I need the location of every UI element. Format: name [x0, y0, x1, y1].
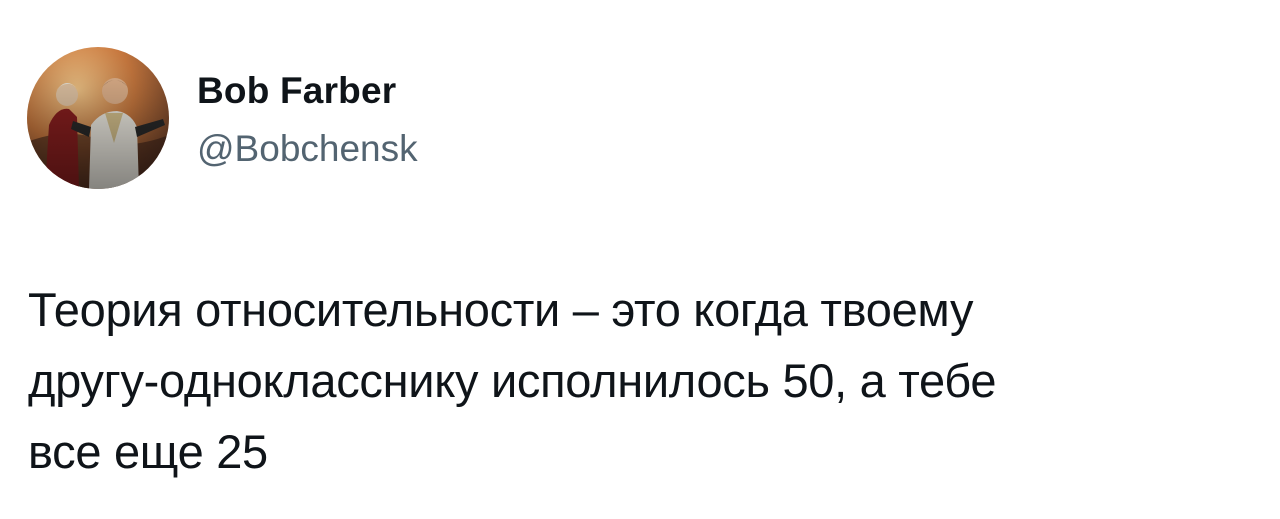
tweet-card: Bob Farber @Bobchensk Теория относительн… [0, 0, 1280, 519]
tweet-text: Теория относительности – это когда твоем… [28, 283, 997, 478]
author-handle[interactable]: @Bobchensk [197, 128, 418, 170]
author-display-name[interactable]: Bob Farber [197, 70, 396, 112]
avatar[interactable] [27, 47, 169, 189]
profile-photo-icon [27, 47, 169, 189]
